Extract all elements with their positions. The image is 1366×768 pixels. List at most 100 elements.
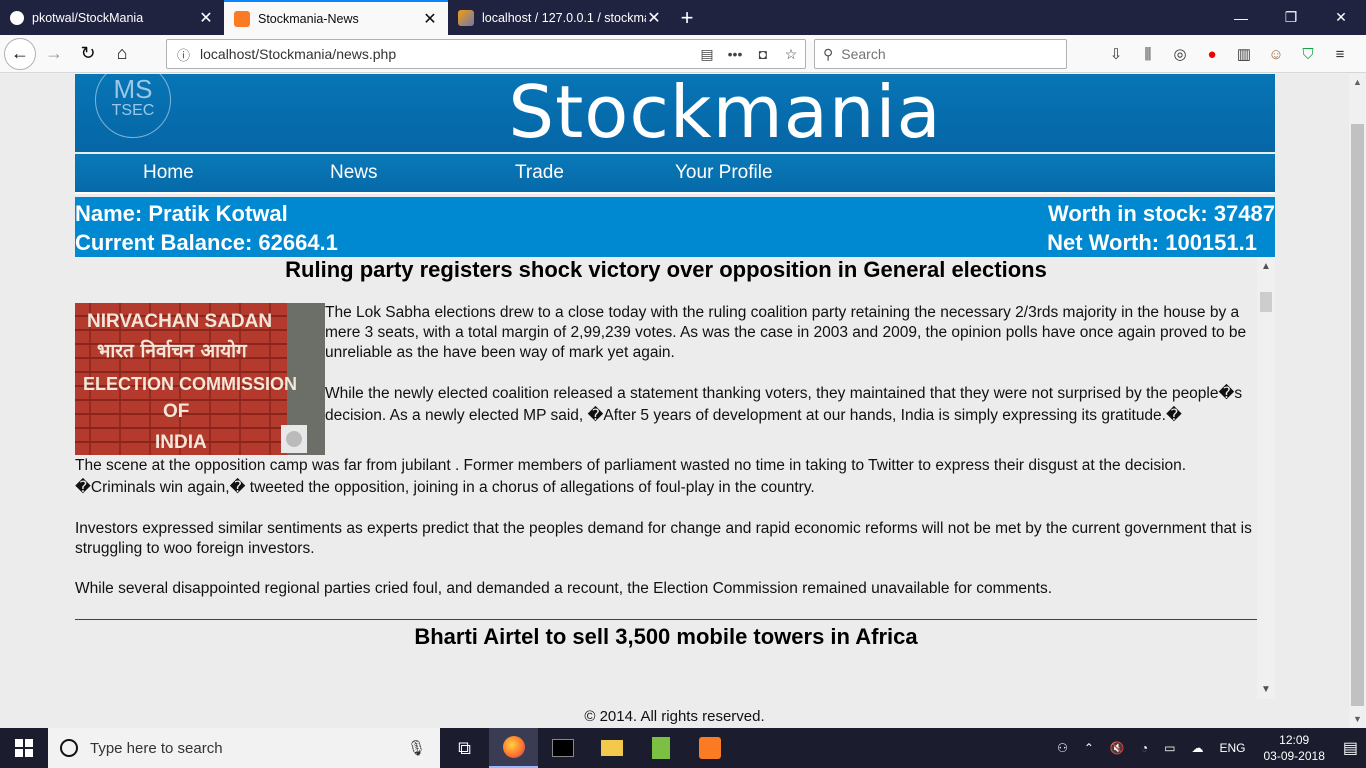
image-caption-line: NIRVACHAN SADAN [87, 311, 272, 332]
page-viewport: MS TSEC Stockmania Home News Trade Your … [0, 74, 1349, 728]
scroll-up-icon[interactable]: ▲ [1257, 261, 1275, 272]
system-tray: ⚇ ⌃ 🔇 ◔ ▭ ☁ ENG 12:09 03-09-2018 ▤ [1049, 728, 1366, 768]
clock-time: 12:09 [1279, 733, 1310, 747]
forward-button[interactable]: → [38, 38, 70, 70]
close-tab-icon[interactable]: ✕ [646, 8, 662, 28]
sidebar-icon[interactable]: ▥ [1228, 45, 1260, 63]
article-paragraph: While several disappointed regional part… [75, 580, 1053, 597]
action-center-icon[interactable]: ▤ [1335, 738, 1366, 758]
phpmyadmin-icon [458, 9, 474, 26]
scroll-down-icon[interactable]: ▼ [1257, 684, 1275, 695]
menu-icon[interactable]: ≡ [1324, 46, 1356, 63]
pocket-icon[interactable]: ◘ [749, 46, 777, 62]
page-scrollbar[interactable]: ▲ ▼ [1349, 74, 1366, 728]
browser-tab-strip: pkotwal/StockMania ✕ Stockmania-News ✕ l… [0, 0, 1366, 35]
clock[interactable]: 12:09 03-09-2018 [1253, 732, 1334, 764]
shield-extension-icon[interactable]: ⛉ [1292, 46, 1324, 63]
tab-phpmyadmin[interactable]: localhost / 127.0.0.1 / stockmai ✕ [448, 0, 672, 35]
search-placeholder: Search [841, 46, 886, 62]
new-tab-button[interactable]: + [672, 0, 702, 35]
url-bar[interactable]: ⓘ localhost/Stockmania/news.php ▤ ••• ◘ … [166, 39, 806, 69]
search-bar[interactable]: ⚲ Search [814, 39, 1067, 69]
bookmark-star-icon[interactable]: ☆ [777, 46, 805, 63]
image-caption-line: ELECTION COMMISSION [83, 374, 297, 394]
page-footer: © 2014. All rights reserved. [584, 708, 765, 725]
library-icon[interactable]: ⫼ [1132, 46, 1164, 63]
article-headline[interactable]: Bharti Airtel to sell 3,500 mobile tower… [75, 624, 1257, 650]
menu-item-news[interactable]: News [330, 162, 378, 184]
tab-title: Stockmania-News [258, 11, 359, 26]
home-button[interactable]: ⌂ [106, 38, 138, 70]
battery-icon[interactable]: ▭ [1156, 741, 1183, 755]
user-info-bar: Name: Pratik Kotwal Current Balance: 626… [75, 197, 1275, 257]
tab-stockmania-news[interactable]: Stockmania-News ✕ [224, 0, 448, 35]
image-caption-line: OF [163, 401, 189, 422]
close-window-icon[interactable]: ✕ [1316, 0, 1366, 35]
restore-icon[interactable]: ❐ [1266, 0, 1316, 35]
back-button[interactable]: ← [4, 37, 36, 70]
news-content: Ruling party registers shock victory ove… [75, 257, 1257, 650]
volume-muted-icon[interactable]: 🔇 [1102, 741, 1133, 755]
file-explorer-icon[interactable] [587, 728, 636, 768]
reload-button[interactable]: ↻ [72, 38, 104, 70]
notepad-icon[interactable] [636, 728, 685, 768]
user-name: Name: Pratik Kotwal [75, 201, 288, 226]
article-paragraph: Investors expressed similar sentiments a… [75, 520, 1252, 557]
menu-item-trade[interactable]: Trade [515, 162, 564, 184]
adblock-icon[interactable]: ● [1196, 46, 1228, 63]
search-icon: ⚲ [823, 45, 834, 62]
onedrive-icon[interactable]: ☁ [1183, 741, 1211, 755]
reader-view-icon[interactable]: ▤ [693, 46, 721, 63]
worth-in-stock: Worth in stock: 37487 [1048, 201, 1275, 226]
menu-item-profile[interactable]: Your Profile [675, 162, 773, 184]
wifi-icon[interactable]: ◔ [1133, 741, 1156, 755]
xampp-taskbar-icon[interactable] [685, 728, 734, 768]
minimize-icon[interactable]: — [1216, 0, 1266, 35]
site-info-icon[interactable]: ⓘ [177, 45, 190, 64]
downloads-icon[interactable]: ⇩ [1100, 45, 1132, 63]
close-tab-icon[interactable]: ✕ [198, 8, 214, 28]
url-text[interactable]: localhost/Stockmania/news.php [200, 46, 693, 62]
github-icon [10, 10, 24, 25]
people-icon[interactable]: ⚇ [1049, 741, 1076, 755]
site-title: Stockmania [508, 74, 942, 152]
scrollbar-thumb[interactable] [1260, 292, 1272, 312]
extension-monkey-icon[interactable]: ☺ [1260, 46, 1292, 63]
news-panel[interactable]: Ruling party registers shock victory ove… [75, 257, 1275, 699]
image-caption-line: भारत निर्वाचन आयोग [97, 339, 248, 362]
article-body: NIRVACHAN SADAN भारत निर्वाचन आयोग ELECT… [75, 303, 1257, 599]
main-menu: Home News Trade Your Profile [75, 154, 1275, 194]
taskbar-search-placeholder: Type here to search [90, 739, 223, 757]
taskbar-search[interactable]: Type here to search 🎙 [48, 728, 440, 768]
firefox-taskbar-icon[interactable] [489, 728, 538, 768]
news-scrollbar[interactable]: ▲ ▼ [1257, 257, 1275, 699]
article-headline: Ruling party registers shock victory ove… [285, 257, 1047, 282]
election-commission-photo: NIRVACHAN SADAN भारत निर्वाचन आयोग ELECT… [75, 303, 325, 455]
microphone-icon[interactable]: 🎙 [407, 739, 426, 757]
scrollbar-thumb[interactable] [1351, 124, 1364, 706]
scroll-up-icon[interactable]: ▲ [1349, 74, 1366, 91]
scroll-down-icon[interactable]: ▼ [1349, 711, 1366, 728]
sync-icon[interactable]: ◎ [1164, 45, 1196, 63]
site-header: MS TSEC Stockmania [75, 74, 1275, 152]
article-divider [75, 619, 1257, 620]
language-indicator[interactable]: ENG [1211, 741, 1253, 755]
tab-github[interactable]: pkotwal/StockMania ✕ [0, 0, 224, 35]
windows-icon [15, 739, 33, 757]
cortana-icon [60, 739, 78, 757]
start-button[interactable] [0, 728, 48, 768]
terminal-taskbar-icon[interactable] [538, 728, 587, 768]
image-caption-line: INDIA [155, 432, 207, 453]
tab-title: localhost / 127.0.0.1 / stockmai [482, 10, 646, 25]
taskbar: Type here to search 🎙 ⧉ ⚇ ⌃ 🔇 ◔ ▭ ☁ ENG … [0, 728, 1366, 768]
article-paragraph: The scene at the opposition camp was far… [75, 457, 1187, 496]
menu-item-home[interactable]: Home [143, 162, 194, 184]
task-view-icon[interactable]: ⧉ [440, 728, 489, 768]
show-hidden-icon[interactable]: ⌃ [1076, 741, 1102, 755]
tab-title: pkotwal/StockMania [32, 10, 144, 25]
current-balance: Current Balance: 62664.1 [75, 230, 338, 255]
close-tab-icon[interactable]: ✕ [422, 9, 438, 29]
net-worth: Net Worth: 100151.1 [1047, 230, 1257, 255]
navigation-bar: ← → ↻ ⌂ ⓘ localhost/Stockmania/news.php … [0, 35, 1366, 73]
page-actions-icon[interactable]: ••• [721, 46, 749, 62]
